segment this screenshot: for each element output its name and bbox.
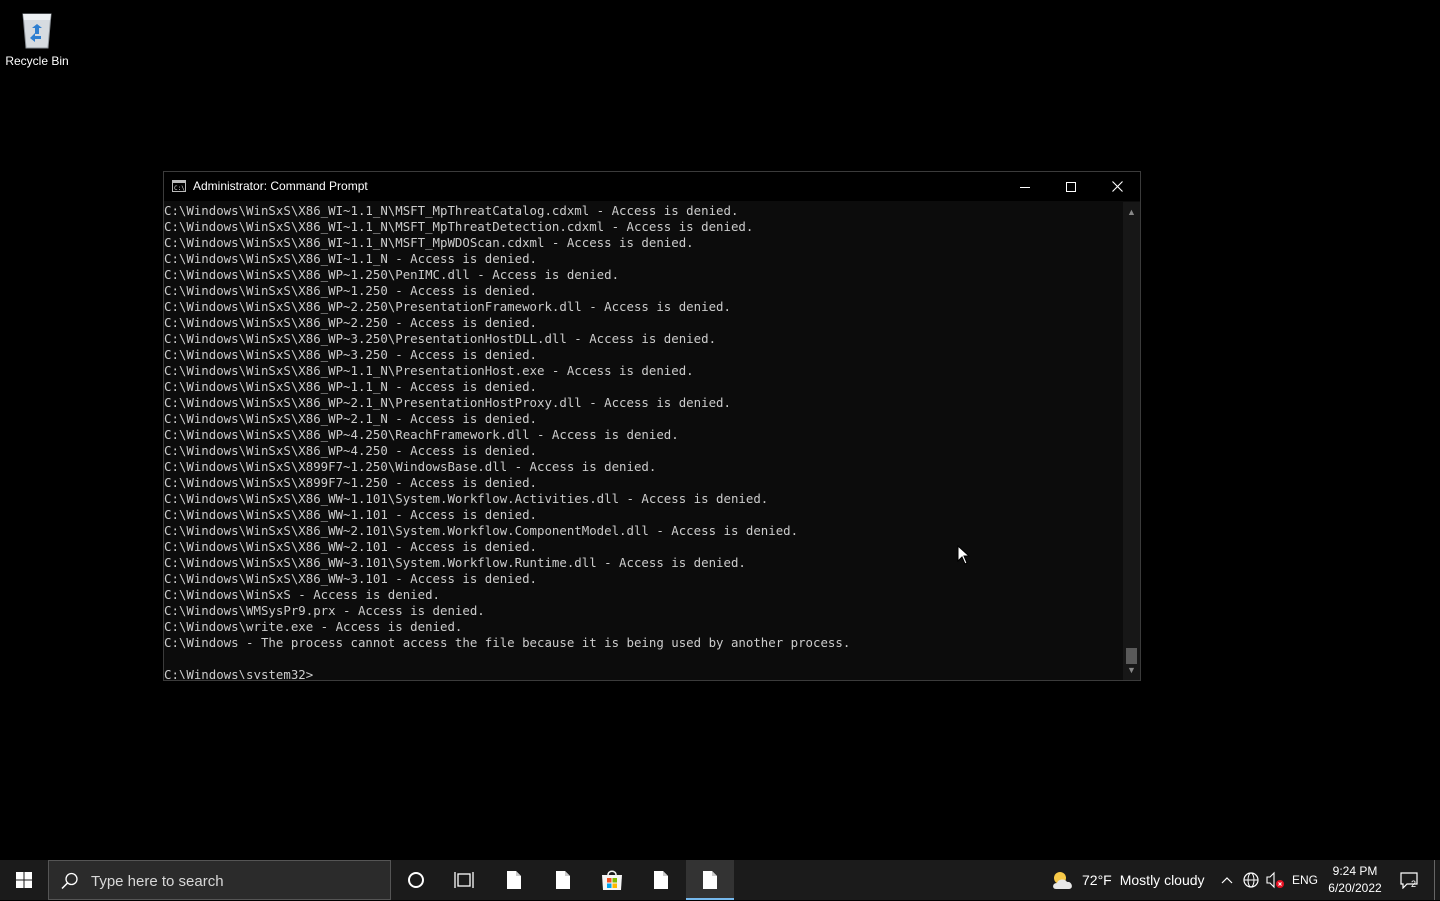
weather-widget[interactable]: 72°F Mostly cloudy [1050,860,1205,900]
clock[interactable]: 9:24 PM 6/20/2022 [1322,863,1388,897]
console-line: C:\Windows\WinSxS\X86_WP~1.250 - Access … [164,283,537,298]
clock-time: 9:24 PM [1332,864,1378,878]
recycle-bin-label: Recycle Bin [5,54,69,68]
console-line: C:\Windows\WinSxS\X86_WP~3.250\Presentat… [164,331,717,346]
vertical-scrollbar[interactable]: ▲ ▼ [1123,202,1140,680]
maximize-icon [1066,181,1076,192]
console-output[interactable]: C:\Windows\WinSxS\X86_WI~1.1_N\MSFT_MpTh… [164,203,1124,679]
taskbar-search[interactable] [48,860,391,901]
recycle-bin[interactable]: Recycle Bin [4,6,70,68]
network-button[interactable] [1240,860,1262,900]
input-language[interactable]: ENG [1288,860,1322,900]
cortana-circle-icon [408,872,424,888]
console-line: C:\Windows\WinSxS\X899F7~1.250 - Access … [164,475,537,490]
console-line: C:\Windows\WMSysPr9.prx - Access is deni… [164,603,485,618]
scroll-up-arrow-icon[interactable]: ▲ [1123,204,1140,220]
console-line: C:\Windows\write.exe - Access is denied. [164,619,463,634]
search-input[interactable] [89,861,383,901]
cmd-icon: C:\ [172,180,186,192]
weather-condition: Mostly cloudy [1119,872,1205,888]
console-line: C:\Windows\WinSxS\X86_WP~2.250\Presentat… [164,299,731,314]
console-line: C:\Windows\WinSxS\X86_WP~2.1_N - Access … [164,411,537,426]
console-line: C:\Windows\WinSxS\X86_WP~1.250\PenIMC.dl… [164,267,620,282]
cortana-button[interactable] [392,860,440,900]
show-hidden-icons-button[interactable] [1216,860,1238,900]
console-line: C:\Windows - The process cannot access t… [164,635,851,650]
taskbar-app-command-prompt[interactable] [686,860,734,900]
speaker-muted-icon [1266,871,1284,889]
console-line: C:\Windows\WinSxS\X86_WP~1.1_N - Access … [164,379,537,394]
console-line: C:\Windows\WinSxS\X86_WI~1.1_N - Access … [164,251,537,266]
console-line: C:\Windows\WinSxS\X86_WW~3.101\System.Wo… [164,555,746,570]
window-title: Administrator: Command Prompt [193,179,368,193]
console-line: C:\Windows\WinSxS\X86_WW~3.101 - Access … [164,571,537,586]
taskbar-app-file-1[interactable] [490,860,538,900]
console-line: C:\Windows\WinSxS\X86_WP~4.250\ReachFram… [164,427,679,442]
partly-cloudy-icon [1053,872,1072,889]
scroll-down-arrow-icon[interactable]: ▼ [1123,662,1140,678]
command-prompt-window[interactable]: C:\ Administrator: Command Prompt C:\Win… [163,171,1141,681]
console-line: C:\Windows\WinSxS\X86_WW~2.101\System.Wo… [164,523,799,538]
recycle-bin-icon [17,6,57,50]
close-button[interactable] [1094,172,1140,201]
globe-network-icon [1243,872,1259,888]
task-view-button[interactable] [440,860,488,900]
console-line: C:\Windows\WinSxS\X899F7~1.250\WindowsBa… [164,459,657,474]
maximize-button[interactable] [1048,172,1094,201]
show-desktop-button[interactable] [1434,860,1440,900]
console-line: C:\Windows\WinSxS\X86_WW~2.101 - Access … [164,539,537,554]
close-icon [1111,181,1123,192]
svg-text:C:\: C:\ [174,185,185,192]
console-line: C:\Windows\system32> [164,667,1124,679]
console-line: C:\Windows\WinSxS - Access is denied. [164,587,441,602]
weather-temperature: 72°F [1082,872,1112,888]
console-line: C:\Windows\WinSxS\X86_WP~1.1_N\Presentat… [164,363,694,378]
console-line: C:\Windows\WinSxS\X86_WI~1.1_N\MSFT_MpTh… [164,219,754,234]
taskbar: 72°F Mostly cloudy ENG 9:24 PM 6/20/2022… [0,860,1440,901]
window-titlebar[interactable]: C:\ Administrator: Command Prompt [164,172,1140,201]
desktop: Recycle Bin C:\ Administrator: Command P… [0,0,1440,860]
chevron-up-icon [1221,877,1233,884]
notification-count: 2 [1411,879,1417,889]
start-button[interactable] [0,860,48,900]
clock-date: 6/20/2022 [1328,881,1382,895]
console-line: C:\Windows\WinSxS\X86_WW~1.101 - Access … [164,507,537,522]
taskbar-app-file-3[interactable] [637,860,685,900]
console-line: C:\Windows\WinSxS\X86_WP~4.250 - Access … [164,443,537,458]
windows-logo-icon [16,872,32,888]
volume-button[interactable] [1264,860,1286,900]
search-icon [61,872,78,890]
console-line: C:\Windows\WinSxS\X86_WP~3.250 - Access … [164,347,537,362]
file-icon [556,871,570,889]
microsoft-store-icon [602,870,622,890]
file-icon [703,871,717,889]
console-line: C:\Windows\WinSxS\X86_WI~1.1_N\MSFT_MpWD… [164,235,694,250]
file-icon [654,871,668,889]
console-line: C:\Windows\WinSxS\X86_WP~2.250 - Access … [164,315,537,330]
minimize-button[interactable] [1002,172,1048,201]
taskbar-app-file-2[interactable] [539,860,587,900]
taskbar-app-store[interactable] [588,860,636,900]
minimize-icon [1020,186,1030,188]
console-line: C:\Windows\WinSxS\X86_WP~2.1_N\Presentat… [164,395,731,410]
file-icon [507,871,521,889]
console-line: C:\Windows\WinSxS\X86_WW~1.101\System.Wo… [164,491,769,506]
task-view-icon [454,872,474,888]
console-line: C:\Windows\WinSxS\X86_WI~1.1_N\MSFT_MpTh… [164,203,739,218]
action-center-button[interactable]: 2 [1394,860,1424,900]
mouse-pointer-icon [957,545,971,565]
